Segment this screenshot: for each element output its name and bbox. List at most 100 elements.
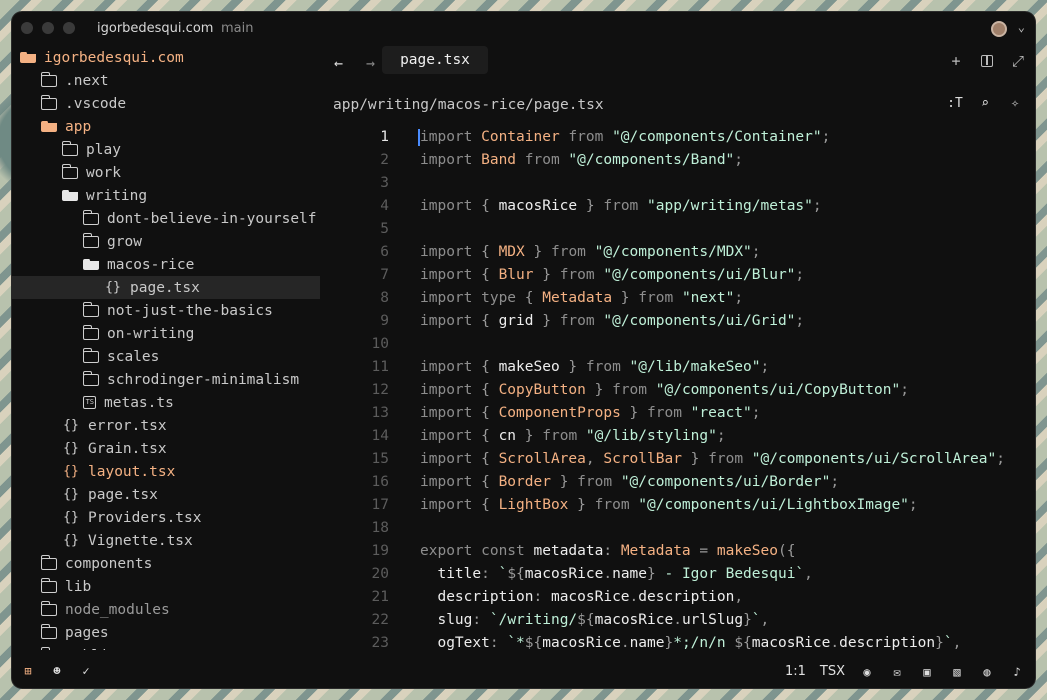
code-line[interactable]: 8 import type { Metadata } from "next"; [320,287,1035,310]
sidebar-item[interactable]: dont-believe-in-yourself [12,207,320,230]
project-panel-icon[interactable]: ⊞ [20,664,36,678]
code-line[interactable]: 14 import { cn } from "@/lib/styling"; [320,425,1035,448]
plus-icon[interactable]: + [947,52,965,71]
code-token: ${ [524,635,543,650]
code-line[interactable]: 1 import Container from "@/components/Con… [320,126,1035,149]
code-line[interactable]: 21 description: macosRice.description, [320,586,1035,609]
split-pane-icon[interactable] [978,52,996,71]
chat-icon[interactable]: ◍ [979,665,995,679]
code-line[interactable]: 10 [320,333,1035,356]
terminal-icon[interactable]: ▣ [919,665,935,679]
sidebar-item[interactable]: .vscode [12,92,320,115]
collaborators-icon[interactable]: ☻ [49,664,65,678]
minimize-window-button[interactable] [42,22,54,34]
code-token: import [420,198,482,214]
file-path[interactable]: app/writing/macos-rice/page.tsx [333,97,604,113]
sidebar-item[interactable]: node_modules [12,598,320,621]
code-text: import { ScrollArea, ScrollBar } from "@… [389,448,1005,471]
project-title[interactable]: igorbedesqui.com [97,21,213,36]
sidebar-item[interactable]: components [12,552,320,575]
expand-icon[interactable]: ⤢ [1009,52,1027,71]
code-line[interactable]: 15 import { ScrollArea, ScrollBar } from … [320,448,1035,471]
code-token: ComponentProps [498,405,621,421]
code-token: macosRice [498,198,578,214]
code-token: macosRice [550,589,630,605]
bell-icon[interactable]: ♪ [1009,665,1025,679]
code-line[interactable]: 9 import { grid } from "@/components/ui/G… [320,310,1035,333]
sidebar-item-label: writing [86,187,148,204]
sidebar-item[interactable]: {} Providers.tsx [12,506,320,529]
code-token: "@/lib/styling" [585,428,717,444]
sidebar-item[interactable]: {} Vignette.tsx [12,529,320,552]
code-line[interactable]: 13 import { ComponentProps } from "react"… [320,402,1035,425]
arrow-left-icon[interactable]: ← [334,54,343,72]
code-line[interactable]: 5 [320,218,1035,241]
sidebar-item[interactable]: igorbedesqui.com [12,46,320,69]
sidebar-item[interactable]: writing [12,184,320,207]
sidebar-item[interactable]: .next [12,69,320,92]
sidebar-item-label: igorbedesqui.com [44,49,184,66]
git-branch[interactable]: main [221,21,253,36]
code-line[interactable]: 4 import { macosRice } from "app/writing/… [320,195,1035,218]
close-window-button[interactable] [21,22,33,34]
sidebar-item[interactable]: {} Grain.tsx [12,437,320,460]
code-area[interactable]: 1 import Container from "@/components/Con… [320,126,1035,650]
maximize-window-button[interactable] [63,22,75,34]
checkmark-icon[interactable]: ✓ [78,664,94,678]
chevron-down-icon[interactable]: ⌄ [1018,20,1025,34]
sidebar-item[interactable]: TS metas.ts [12,391,320,414]
sidebar-item[interactable]: lib [12,575,320,598]
sidebar-item[interactable]: work [12,161,320,184]
path-actions: :T ⌕ ✧ [947,96,1023,111]
code-token: ; [716,428,726,444]
sidebar-item[interactable]: not-just-the-basics [12,299,320,322]
sidebar-item-label: lib [65,578,92,595]
code-line[interactable]: 11 import { makeSeo } from "@/lib/makeSeo… [320,356,1035,379]
sidebar-item[interactable]: on-writing [12,322,320,345]
line-number: 8 [380,290,389,306]
code-token: "@/components/MDX" [594,244,752,260]
code-line[interactable]: 23 ogText: `*${macosRice.name}*;/n/n ${m… [320,632,1035,650]
code-line[interactable]: 20 title: `${macosRice.name} - Igor Bede… [320,563,1035,586]
code-line[interactable]: 22 slug: `/writing/${macosRice.urlSlug}`… [320,609,1035,632]
magic-wand-icon[interactable]: ✧ [1007,96,1023,111]
sidebar-item[interactable]: macos-rice [12,253,320,276]
assistant-icon[interactable]: ▧ [949,665,965,679]
sidebar-item[interactable]: {} page.tsx [12,483,320,506]
sidebar-item[interactable]: public [12,644,320,650]
arrow-right-icon[interactable]: → [366,54,375,72]
sidebar-item[interactable]: app [12,115,320,138]
language-mode[interactable]: TSX [820,664,845,679]
code-line[interactable]: 19 export const metadata: Metadata = make… [320,540,1035,563]
folder-open-icon [20,52,36,63]
code-token: import [420,152,482,168]
sidebar-item[interactable]: play [12,138,320,161]
symbols-icon[interactable]: :T [947,96,963,111]
copilot-icon[interactable]: ◉ [859,665,875,679]
line-number: 4 [380,198,389,214]
sidebar-item[interactable]: schrodinger-minimalism [12,368,320,391]
code-line[interactable]: 7 import { Blur } from "@/components/ui/B… [320,264,1035,287]
avatar[interactable] [991,21,1007,37]
search-icon[interactable]: ⌕ [977,96,993,111]
folder-icon [82,347,99,363]
mail-icon[interactable]: ✉ [889,665,905,679]
line-number: 22 [371,612,389,628]
sidebar-item[interactable]: pages [12,621,320,644]
sidebar-item[interactable]: {} error.tsx [12,414,320,437]
code-token: } [664,635,674,650]
sidebar-item[interactable]: {} page.tsx [12,276,320,299]
code-line[interactable]: 3 [320,172,1035,195]
sidebar-item[interactable]: {} layout.tsx [12,460,320,483]
code-line[interactable]: 12 import { CopyButton } from "@/componen… [320,379,1035,402]
tab-page-tsx[interactable]: page.tsx [382,46,488,74]
sidebar-item[interactable]: grow [12,230,320,253]
code-line[interactable]: 18 [320,517,1035,540]
code-line[interactable]: 2 import Band from "@/components/Band"; [320,149,1035,172]
sidebar-item[interactable]: scales [12,345,320,368]
cursor-position[interactable]: 1:1 [785,664,806,679]
code-line[interactable]: 16 import { Border } from "@/components/u… [320,471,1035,494]
code-line[interactable]: 6 import { MDX } from "@/components/MDX"; [320,241,1035,264]
code-line[interactable]: 17 import { LightBox } from "@/components… [320,494,1035,517]
brace-icon: {} [63,417,79,433]
